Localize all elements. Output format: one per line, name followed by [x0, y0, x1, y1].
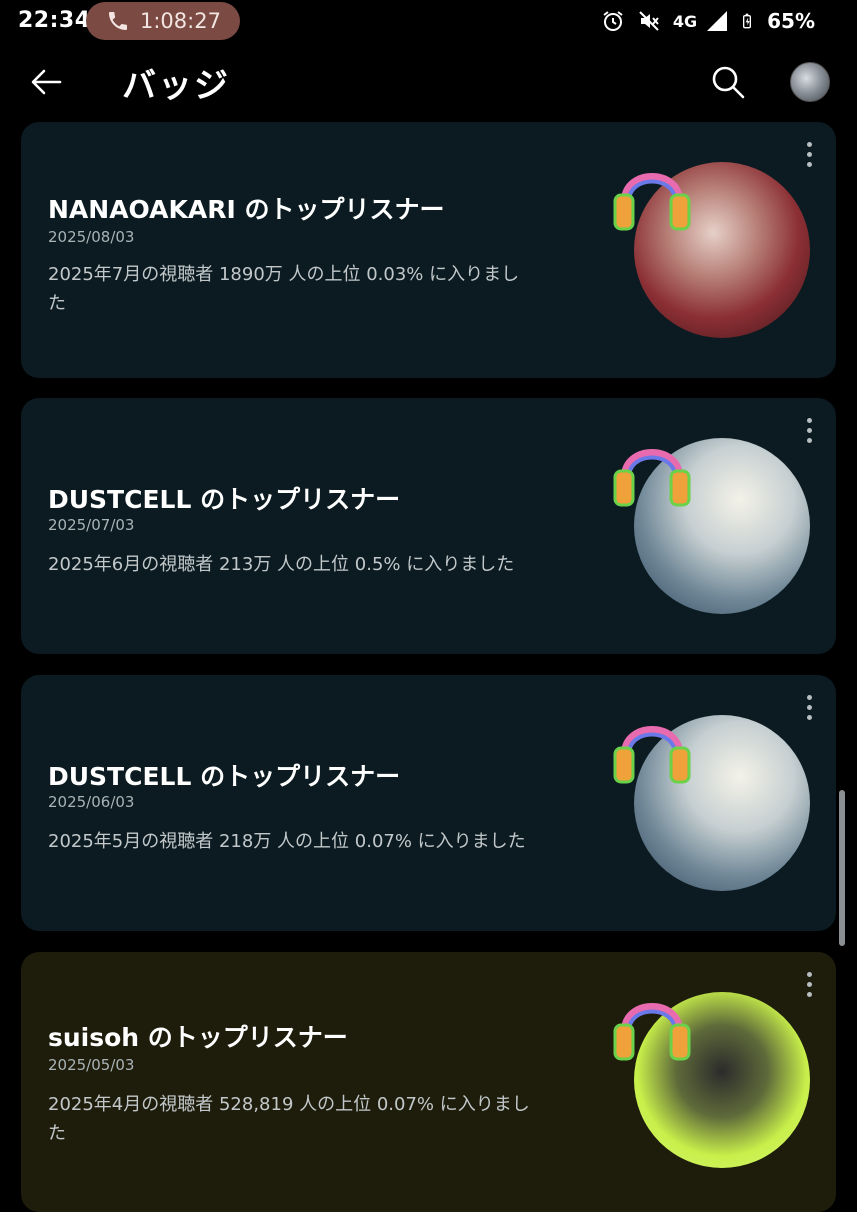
headphones-icon: [613, 173, 691, 231]
headphones-icon: [613, 449, 691, 507]
network-type: 4G: [672, 11, 698, 31]
badge-date: 2025/06/03: [48, 793, 135, 811]
badge-description: 2025年5月の視聴者 218万 人の上位 0.07% に入りました: [48, 827, 578, 856]
badge-description: 2025年4月の視聴者 528,819 人の上位 0.07% に入りまし た: [48, 1090, 578, 1148]
battery-percent: 65%: [767, 9, 815, 33]
back-arrow-icon[interactable]: [26, 62, 66, 102]
badge-card[interactable]: DUSTCELL のトップリスナー 2025/06/03 2025年5月の視聴者…: [21, 675, 836, 931]
badge-title: DUSTCELL のトップリスナー: [48, 485, 401, 514]
badge-description-line: 2025年7月の視聴者 1890万 人の上位 0.03% に入りまし: [48, 264, 520, 285]
status-icons: 4G 65%: [601, 6, 815, 36]
search-icon[interactable]: [708, 62, 748, 102]
badge-title: suisoh のトップリスナー: [48, 1023, 348, 1052]
badge-card[interactable]: DUSTCELL のトップリスナー 2025/07/03 2025年6月の視聴者…: [21, 398, 836, 654]
more-vert-icon[interactable]: [802, 418, 816, 446]
badge-description: 2025年7月の視聴者 1890万 人の上位 0.03% に入りまし た: [48, 260, 578, 318]
battery-icon: [743, 13, 752, 29]
badge-title: NANAOAKARI のトップリスナー: [48, 195, 445, 224]
signal-icon: [707, 11, 728, 31]
mute-icon: [639, 11, 659, 31]
status-time: 22:34: [18, 8, 91, 33]
headphones-icon: [613, 1003, 691, 1061]
alarm-icon: [603, 11, 623, 31]
more-vert-icon[interactable]: [802, 972, 816, 1000]
status-bar: 22:34 1:08:27 4G 65%: [0, 0, 857, 42]
call-timer: 1:08:27: [140, 9, 221, 33]
page-title: バッジ: [122, 66, 230, 106]
phone-icon: [109, 12, 127, 30]
badge-description-line: た: [48, 1123, 66, 1144]
scrollbar[interactable]: [839, 790, 845, 946]
more-vert-icon[interactable]: [802, 695, 816, 723]
badge-description-line: た: [48, 293, 66, 314]
badge-title: DUSTCELL のトップリスナー: [48, 762, 401, 791]
badge-date: 2025/08/03: [48, 228, 135, 246]
badge-description-line: 2025年5月の視聴者 218万 人の上位 0.07% に入りました: [48, 831, 526, 852]
badge-date: 2025/05/03: [48, 1056, 135, 1074]
headphones-icon: [613, 726, 691, 784]
badge-card[interactable]: NANAOAKARI のトップリスナー 2025/08/03 2025年7月の視…: [21, 122, 836, 378]
badge-description: 2025年6月の視聴者 213万 人の上位 0.5% に入りました: [48, 550, 578, 579]
badge-description-line: 2025年6月の視聴者 213万 人の上位 0.5% に入りました: [48, 554, 515, 575]
badge-card[interactable]: suisoh のトップリスナー 2025/05/03 2025年4月の視聴者 5…: [21, 952, 836, 1212]
badge-description-line: 2025年4月の視聴者 528,819 人の上位 0.07% に入りまし: [48, 1094, 530, 1115]
avatar[interactable]: [790, 62, 830, 102]
app-bar: バッジ: [0, 42, 857, 120]
ongoing-call-chip[interactable]: 1:08:27: [86, 2, 240, 40]
badge-date: 2025/07/03: [48, 516, 135, 534]
more-vert-icon[interactable]: [802, 142, 816, 170]
